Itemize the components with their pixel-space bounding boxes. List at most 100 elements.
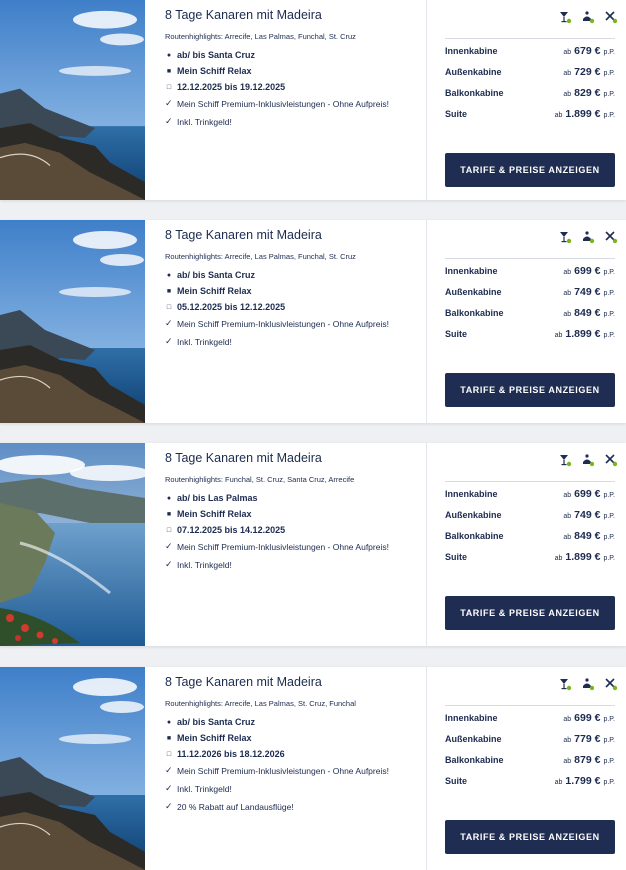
price-amount: 749 € [574, 286, 601, 298]
price-amount: 1.899 € [565, 551, 601, 563]
cruise-card: 8 Tage Kanaren mit Madeira Routenhighlig… [0, 0, 626, 200]
cruise-card: 8 Tage Kanaren mit Madeira Routenhighlig… [0, 667, 626, 870]
price-prefix: ab [563, 758, 572, 765]
per-person-label: p.P. [603, 112, 615, 119]
cocktail-icon [558, 453, 572, 467]
price-amount: 829 € [574, 87, 601, 99]
travel-dates: □ 12.12.2025 bis 19.12.2025 [165, 82, 285, 92]
show-prices-button[interactable]: TARIFE & PREISE ANZEIGEN [445, 596, 615, 630]
travel-dates-text: 12.12.2025 bis 19.12.2025 [177, 82, 286, 92]
cruise-card: 8 Tage Kanaren mit Madeira Routenhighlig… [0, 443, 626, 646]
price-prefix: ab [563, 492, 572, 499]
checkmark-icon: ✓ [165, 783, 173, 793]
per-person-label: p.P. [603, 737, 615, 744]
feature-item: ✓ Inkl. Trinkgeld! [165, 116, 232, 127]
ship-name-text: Mein Schiff Relax [177, 509, 252, 519]
cruise-photo[interactable] [0, 667, 145, 870]
price-amount: 749 € [574, 509, 601, 521]
route-highlights: Routenhighlights: Arrecife, Las Palmas, … [165, 32, 356, 41]
price-prefix: ab [563, 513, 572, 520]
cabin-type: Balkonkabine [445, 755, 504, 765]
calendar-icon: □ [166, 750, 172, 758]
cabin-type: Suite [445, 552, 468, 562]
feature-item: ✓ Inkl. Trinkgeld! [165, 783, 232, 794]
feature-text: Inkl. Trinkgeld! [177, 559, 232, 570]
price-row: Innenkabine ab 699 € p.P. [445, 712, 615, 726]
cabin-type: Innenkabine [445, 713, 498, 723]
checkmark-icon: ✓ [165, 336, 173, 346]
checkmark-icon: ✓ [165, 98, 173, 108]
route-highlights: Routenhighlights: Arrecife, Las Palmas, … [165, 252, 356, 261]
cruise-photo[interactable] [0, 443, 145, 646]
price-amount: 699 € [574, 488, 601, 500]
show-prices-button[interactable]: TARIFE & PREISE ANZEIGEN [445, 820, 615, 854]
price-amount: 1.899 € [565, 108, 601, 120]
per-person-label: p.P. [603, 290, 615, 297]
travel-dates-text: 11.12.2026 bis 18.12.2026 [177, 749, 285, 759]
price-prefix: ab [563, 716, 572, 723]
price-amount: 779 € [574, 733, 601, 745]
price-divider [445, 258, 615, 259]
ship-icon: ■ [166, 67, 172, 75]
departure-port: ● ab/ bis Santa Cruz [165, 50, 255, 60]
price-row: Außenkabine ab 749 € p.P. [445, 286, 615, 300]
cabin-type: Innenkabine [445, 489, 498, 499]
cabin-type: Suite [445, 329, 468, 339]
cruise-title[interactable]: 8 Tage Kanaren mit Madeira [165, 451, 322, 465]
location-pin-icon: ● [166, 494, 172, 502]
departure-port-text: ab/ bis Las Palmas [177, 493, 258, 503]
ship-name-text: Mein Schiff Relax [177, 733, 252, 743]
price-amount: 699 € [574, 712, 601, 724]
price-prefix: ab [554, 112, 563, 119]
cocktail-icon [558, 230, 572, 244]
feature-item: ✓ Mein Schiff Premium-Inklusivleistungen … [165, 541, 389, 552]
ship-name-text: Mein Schiff Relax [177, 66, 252, 76]
per-person-label: p.P. [603, 269, 615, 276]
per-person-label: p.P. [603, 70, 615, 77]
price-prefix: ab [563, 70, 572, 77]
price-prefix: ab [563, 290, 572, 297]
departure-port-text: ab/ bis Santa Cruz [177, 270, 256, 280]
per-person-label: p.P. [603, 779, 615, 786]
column-divider [426, 220, 427, 423]
price-divider [445, 705, 615, 706]
feature-text: Inkl. Trinkgeld! [177, 336, 232, 347]
feature-text: Mein Schiff Premium-Inklusivleistungen -… [177, 765, 389, 776]
location-pin-icon: ● [166, 718, 172, 726]
price-row: Balkonkabine ab 829 € p.P. [445, 87, 615, 101]
location-pin-icon: ● [166, 51, 172, 59]
price-row: Außenkabine ab 779 € p.P. [445, 733, 615, 747]
price-prefix: ab [563, 534, 572, 541]
feature-item: ✓ Inkl. Trinkgeld! [165, 336, 232, 347]
cruise-title[interactable]: 8 Tage Kanaren mit Madeira [165, 675, 322, 689]
cruise-photo[interactable] [0, 220, 145, 423]
show-prices-button[interactable]: TARIFE & PREISE ANZEIGEN [445, 153, 615, 187]
cocktail-icon [558, 10, 572, 24]
cruise-title[interactable]: 8 Tage Kanaren mit Madeira [165, 228, 322, 242]
checkmark-icon: ✓ [165, 801, 173, 811]
price-prefix: ab [554, 555, 563, 562]
per-person-label: p.P. [603, 49, 615, 56]
price-amount: 1.799 € [565, 775, 601, 787]
price-row: Balkonkabine ab 879 € p.P. [445, 754, 615, 768]
column-divider [426, 0, 427, 200]
price-amount: 679 € [574, 45, 601, 57]
price-row: Innenkabine ab 699 € p.P. [445, 265, 615, 279]
spa-icon [581, 453, 595, 467]
price-row: Suite ab 1.899 € p.P. [445, 551, 615, 565]
cabin-type: Balkonkabine [445, 88, 504, 98]
ship-icon: ■ [166, 510, 172, 518]
amenity-icons [558, 453, 618, 467]
price-row: Suite ab 1.899 € p.P. [445, 108, 615, 122]
spa-icon [581, 10, 595, 24]
cruise-photo[interactable] [0, 0, 145, 200]
show-prices-button[interactable]: TARIFE & PREISE ANZEIGEN [445, 373, 615, 407]
feature-text: Mein Schiff Premium-Inklusivleistungen -… [177, 318, 389, 329]
restaurant-icon [604, 230, 618, 244]
cruise-title[interactable]: 8 Tage Kanaren mit Madeira [165, 8, 322, 22]
cabin-type: Suite [445, 109, 468, 119]
ship-name-text: Mein Schiff Relax [177, 286, 252, 296]
price-amount: 849 € [574, 307, 601, 319]
per-person-label: p.P. [603, 492, 615, 499]
feature-text: Inkl. Trinkgeld! [177, 783, 232, 794]
